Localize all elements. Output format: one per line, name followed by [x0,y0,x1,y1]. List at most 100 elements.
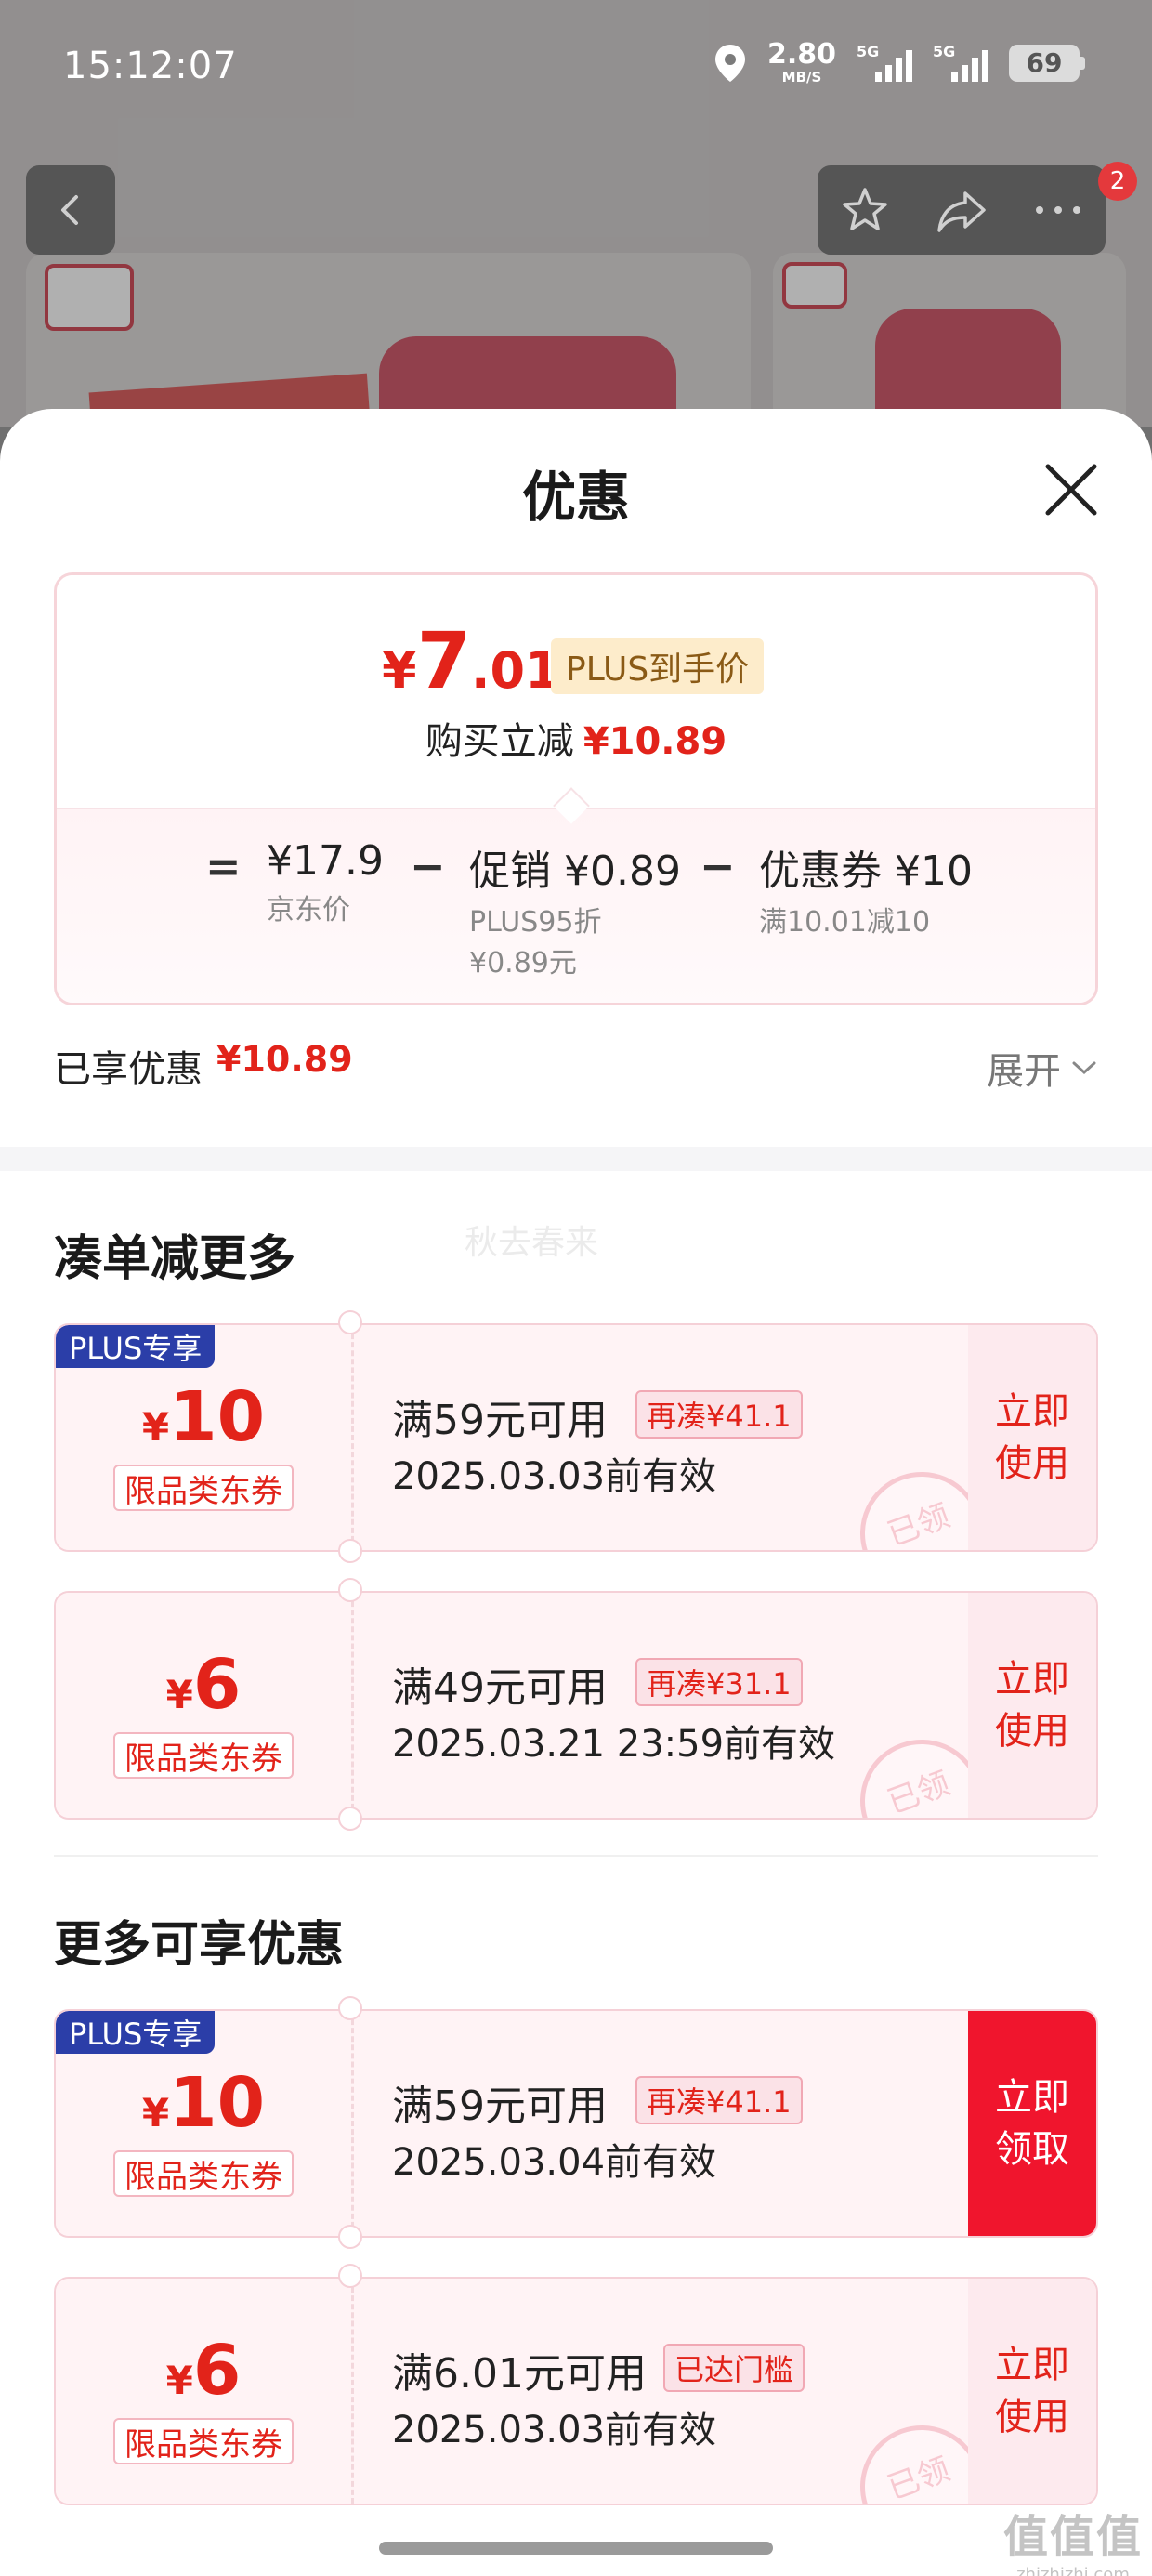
more-icon[interactable] [1032,201,1084,219]
reduce-amount: ¥10.89 [583,720,727,763]
coupon-item: 优惠券 ¥10 满10.01减10 [759,837,973,943]
section-title-more-discounts: 更多可享优惠 [54,1917,345,1973]
promo-desc: PLUS95折 [469,906,602,939]
back-button[interactable] [26,165,115,255]
coupon-notch [338,1310,362,1334]
share-icon[interactable] [934,184,989,236]
jd-price-item: ¥17.9 京东价 [267,837,384,931]
coupon-card: PLUS专享 ¥10 限品类东券 满59元可用 再凑¥41.1 2025.03.… [54,1323,1098,1552]
coupon-value: ¥10 [56,2063,351,2143]
coupon-validity: 2025.03.03前有效 [392,2409,717,2451]
message-count-badge: 2 [1098,162,1137,201]
coupon-validity: 2025.03.04前有效 [392,2141,717,2184]
coupon-need-more-tag: 再凑¥41.1 [635,2076,803,2124]
expand-button[interactable]: 展开 [987,1041,1098,1095]
coupon-card: ¥6 限品类东券 满6.01元可用 已达门槛 2025.03.03前有效 已领 … [54,2277,1098,2505]
plus-price-tag: PLUS到手价 [551,638,765,694]
coupon-condition: 满59元可用 [392,2083,608,2130]
coupon-card: ¥6 限品类东券 满49元可用 再凑¥31.1 2025.03.21 23:59… [54,1591,1098,1820]
coupon-amount: 10 [169,2063,266,2143]
network-speed-value: 2.80 [766,38,836,71]
home-indicator[interactable] [379,2542,773,2555]
coupon-separator [351,2279,354,2504]
promo-amount: 促销 ¥0.89 [469,848,681,895]
signal-sim2-icon: 5G [933,43,988,84]
coupon-amount: 6 [192,2331,242,2411]
coupon-notch [338,1807,362,1831]
star-icon[interactable] [839,184,891,236]
coupon-notch [338,2225,362,2249]
section-divider [0,1147,1152,1171]
coupon-threshold-met-tag: 已达门槛 [663,2344,805,2392]
coupon-condition: 满6.01元可用 [392,2350,647,2398]
site-watermark-url: zhizhizhi.com [1016,2565,1130,2576]
expand-label: 展开 [987,1050,1061,1093]
coupon-currency: ¥ [165,2358,193,2403]
minus-sign: − [410,841,446,891]
promo-item: 促销 ¥0.89 PLUS95折 ¥0.89元 [469,837,681,983]
use-now-button[interactable]: 立即 使用 [968,1593,1096,1818]
equals-sign: = [205,841,242,891]
promo-desc-amount: ¥0.89元 [469,946,577,979]
network-speed: 2.80 MB/S [767,41,836,85]
watermark: 秋去春来 [465,1224,599,1262]
coupon-amount: 优惠券 ¥10 [759,848,973,895]
coupon-notch [338,2264,362,2288]
section-title-add-on: 凑单减更多 [54,1231,296,1287]
coupon-validity: 2025.03.21 23:59前有效 [392,1723,836,1766]
final-price-decimal: .01 [471,641,560,700]
coupon-type-tag: 限品类东券 [113,1732,294,1779]
coupon-notch [338,1996,362,2020]
coupon-separator [351,2011,354,2236]
location-icon [714,44,745,82]
coupon-currency: ¥ [165,1672,193,1717]
coupon-need-more-tag: 再凑¥41.1 [635,1390,803,1439]
coupon-type-tag: 限品类东券 [113,1465,294,1511]
close-icon[interactable] [1039,457,1104,522]
coupon-condition: 满49元可用 [392,1664,608,1712]
price-summary-card: = ¥17.9 京东价 − 促销 ¥0.89 PLUS95折 ¥0.89元 − … [54,572,1098,1005]
coupon-currency: ¥ [141,2090,170,2136]
plus-exclusive-tag: PLUS专享 [56,1325,216,1368]
enjoyed-discount-row: 已享优惠 ¥10.89 展开 [54,1039,1098,1095]
coupon-currency: ¥ [141,1404,170,1450]
coupon-condition: 满59元可用 [392,1397,608,1444]
sheet-title: 优惠 [521,466,630,529]
site-watermark: 值值值 zhizhizhi.com [1003,2500,1143,2576]
coupon-amount: 6 [192,1645,242,1725]
coupon-separator [351,1325,354,1550]
coupon-validity: 2025.03.03前有效 [392,1455,717,1498]
coupon-need-more-tag: 再凑¥31.1 [635,1658,803,1706]
final-price: ¥ 7 .01 [382,622,560,700]
coupon-notch [338,1539,362,1563]
status-bar: 15:12:07 2.80 MB/S 5G 5G 69 [0,0,1152,139]
coupon-threshold: 满10.01减10 [759,906,931,939]
price-breakdown: = ¥17.9 京东价 − 促销 ¥0.89 PLUS95折 ¥0.89元 − … [57,808,1095,1003]
coupon-type-tag: 限品类东券 [113,2418,294,2464]
final-price-integer: 7 [416,615,472,706]
section-divider-line [54,1855,1098,1857]
chevron-left-icon [61,195,78,225]
coupon-value: ¥6 [56,1645,351,1725]
claim-now-button[interactable]: 立即 领取 [968,2011,1096,2236]
top-action-bar [818,165,1106,255]
coupon-value: ¥6 [56,2331,351,2411]
reduce-label: 购买立减 [425,720,574,763]
status-time: 15:12:07 [63,45,238,87]
battery-icon: 69 [1009,44,1085,82]
coupon-value: ¥10 [56,1377,351,1457]
coupon-notch [338,1578,362,1602]
currency-symbol: ¥ [382,641,417,700]
coupon-separator [351,1593,354,1818]
discount-sheet: 优惠 = ¥17.9 京东价 − 促销 ¥0.89 PLUS95折 ¥0.89元… [0,409,1152,2576]
use-now-button[interactable]: 立即 使用 [968,2279,1096,2504]
enjoyed-label: 已享优惠 [54,1048,203,1091]
coupon-card: PLUS专享 ¥10 限品类东券 满59元可用 再凑¥41.1 2025.03.… [54,2009,1098,2238]
site-watermark-logo: 值值值 [1002,2511,1143,2563]
plus-exclusive-tag: PLUS专享 [56,2011,216,2054]
signal-sim1-icon: 5G [857,43,912,84]
coupon-amount: 10 [169,1377,266,1457]
enjoyed-amount: ¥10.89 [216,1039,353,1080]
jd-price: ¥17.9 [267,837,384,885]
use-now-button[interactable]: 立即 使用 [968,1325,1096,1550]
